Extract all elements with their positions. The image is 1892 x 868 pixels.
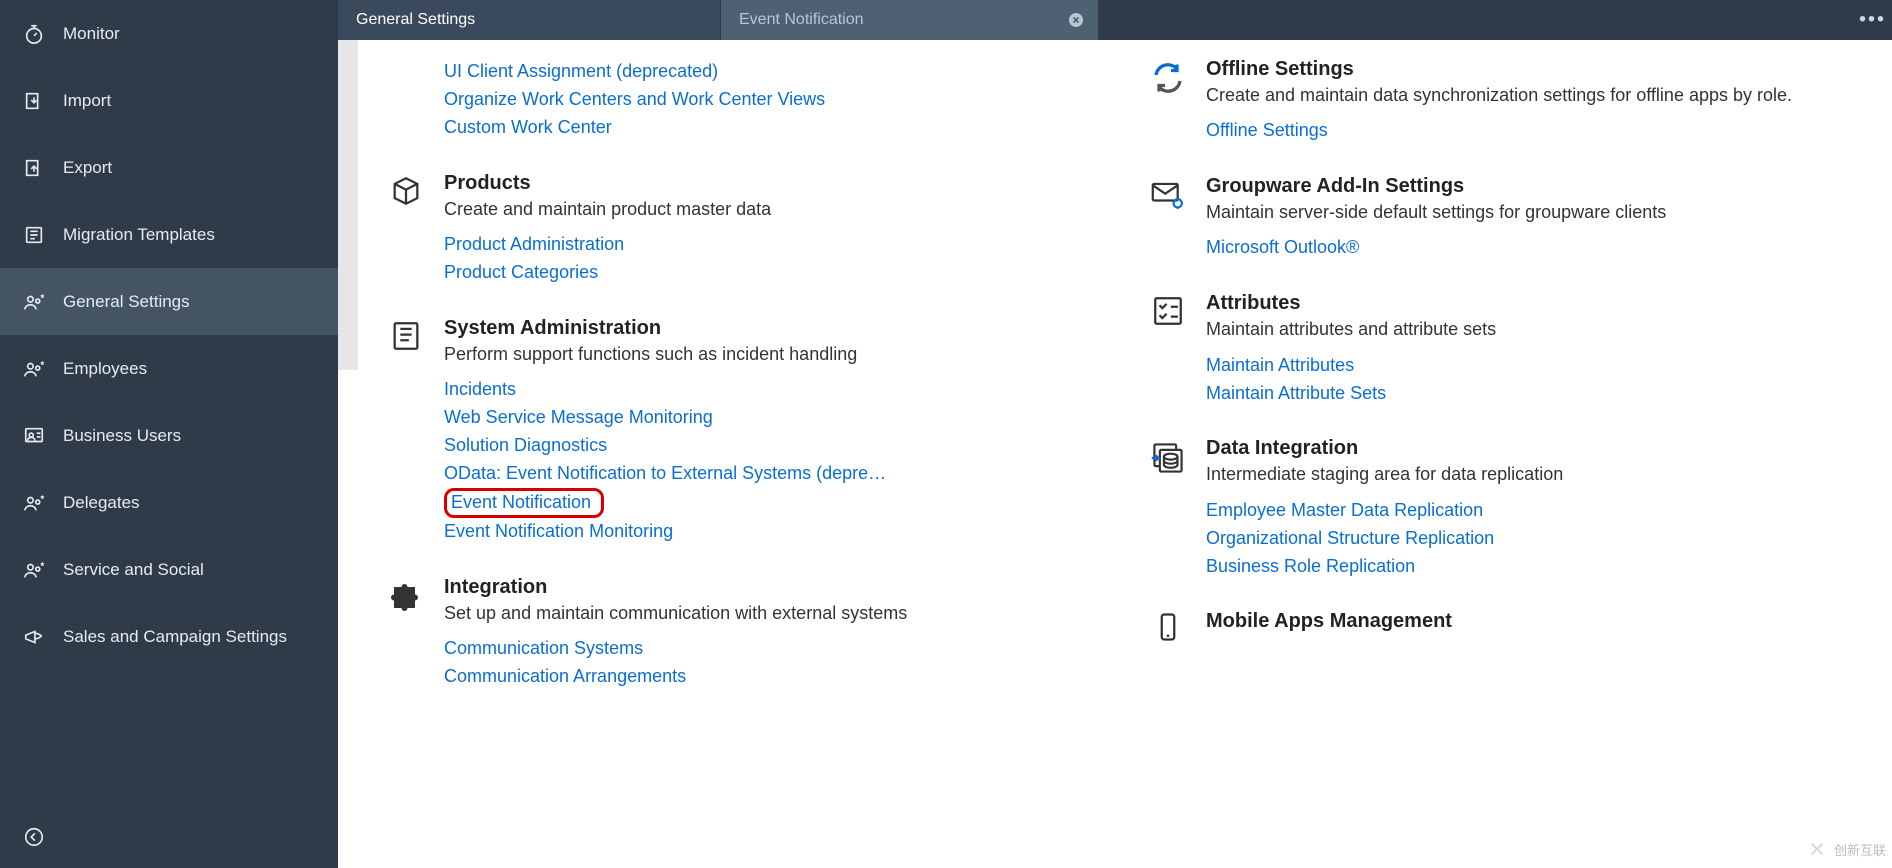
- document-icon: [368, 317, 444, 546]
- section-desc: Maintain attributes and attribute sets: [1206, 317, 1862, 341]
- section-mobile-apps-management: Mobile Apps Management: [1130, 610, 1862, 642]
- sidebar: Monitor Import Export Migration Template…: [0, 0, 338, 868]
- sidebar-item-delegates[interactable]: Delegates: [0, 469, 338, 536]
- section-desc: Create and maintain data synchronization…: [1206, 83, 1862, 107]
- link-product-administration[interactable]: Product Administration: [444, 231, 1100, 259]
- link-solution-diagnostics[interactable]: Solution Diagnostics: [444, 432, 1100, 460]
- section-title: Integration: [444, 576, 1100, 599]
- mobile-icon: [1130, 610, 1206, 642]
- tab-label: Event Notification: [739, 11, 864, 29]
- section-title: Attributes: [1206, 292, 1862, 315]
- import-icon: [23, 90, 63, 112]
- link-microsoft-outlook[interactable]: Microsoft Outlook®: [1206, 234, 1862, 262]
- sidebar-item-monitor[interactable]: Monitor: [0, 0, 338, 67]
- link-offline-settings[interactable]: Offline Settings: [1206, 117, 1862, 145]
- section-title: System Administration: [444, 317, 1100, 340]
- link-maintain-attributes[interactable]: Maintain Attributes: [1206, 352, 1862, 380]
- sidebar-item-migration-templates[interactable]: Migration Templates: [0, 201, 338, 268]
- users-star-icon: [23, 492, 63, 514]
- link-business-role-replication[interactable]: Business Role Replication: [1206, 553, 1862, 581]
- tabbar: General Settings Event Notification •••: [338, 0, 1892, 40]
- puzzle-icon: [368, 576, 444, 691]
- section-title: Groupware Add-In Settings: [1206, 175, 1862, 198]
- section-desc: Maintain server-side default settings fo…: [1206, 200, 1862, 224]
- link-odata-event-notification[interactable]: OData: Event Notification to External Sy…: [444, 460, 1100, 488]
- section-desc: Create and maintain product master data: [444, 197, 1100, 221]
- sidebar-item-business-users[interactable]: Business Users: [0, 402, 338, 469]
- link-web-service-message-monitoring[interactable]: Web Service Message Monitoring: [444, 404, 1100, 432]
- sidebar-item-label: Service and Social: [63, 560, 204, 580]
- business-user-icon: [23, 425, 63, 447]
- users-star-icon: [23, 291, 63, 313]
- sidebar-item-label: Import: [63, 91, 111, 111]
- left-column: UI Client Assignment (deprecated) Organi…: [368, 58, 1130, 868]
- sidebar-item-label: Delegates: [63, 493, 140, 513]
- section-orphan-links: UI Client Assignment (deprecated) Organi…: [368, 58, 1100, 142]
- link-communication-arrangements[interactable]: Communication Arrangements: [444, 663, 1100, 691]
- cube-icon: [368, 172, 444, 287]
- export-icon: [23, 157, 63, 179]
- sidebar-item-service-social[interactable]: Service and Social: [0, 536, 338, 603]
- section-title: Data Integration: [1206, 437, 1862, 460]
- sidebar-item-import[interactable]: Import: [0, 67, 338, 134]
- link-employee-master-data-replication[interactable]: Employee Master Data Replication: [1206, 497, 1862, 525]
- section-offline-settings: Offline Settings Create and maintain dat…: [1130, 58, 1862, 145]
- sidebar-item-label: Export: [63, 158, 112, 178]
- link-product-categories[interactable]: Product Categories: [444, 259, 1100, 287]
- section-groupware-addin: Groupware Add-In Settings Maintain serve…: [1130, 175, 1862, 262]
- sidebar-item-label: Employees: [63, 359, 147, 379]
- section-data-integration: Data Integration Intermediate staging ar…: [1130, 437, 1862, 580]
- section-system-administration: System Administration Perform support fu…: [368, 317, 1100, 546]
- section-title: Products: [444, 172, 1100, 195]
- link-custom-work-center[interactable]: Custom Work Center: [444, 114, 1100, 142]
- link-incidents[interactable]: Incidents: [444, 376, 1100, 404]
- link-event-notification[interactable]: Event Notification: [444, 488, 604, 518]
- watermark: 创新互联: [1806, 838, 1886, 860]
- tab-event-notification[interactable]: Event Notification: [720, 0, 1098, 40]
- tabbar-filler: •••: [1098, 0, 1892, 40]
- users-star-icon: [23, 358, 63, 380]
- sidebar-item-sales-campaign[interactable]: Sales and Campaign Settings: [0, 603, 338, 670]
- sidebar-item-label: General Settings: [63, 292, 190, 312]
- sidebar-item-label: Business Users: [63, 426, 181, 446]
- section-desc: Set up and maintain communication with e…: [444, 601, 1100, 625]
- mail-gear-icon: [1130, 175, 1206, 262]
- link-ui-client-assignment[interactable]: UI Client Assignment (deprecated): [444, 58, 1100, 86]
- link-communication-systems[interactable]: Communication Systems: [444, 635, 1100, 663]
- sidebar-item-employees[interactable]: Employees: [0, 335, 338, 402]
- template-icon: [23, 224, 63, 246]
- link-organize-work-centers[interactable]: Organize Work Centers and Work Center Vi…: [444, 86, 1100, 114]
- scroll-gutter: [338, 40, 358, 370]
- checklist-icon: [1130, 292, 1206, 407]
- collapse-sidebar-button[interactable]: [23, 826, 47, 850]
- tab-general-settings[interactable]: General Settings: [338, 0, 720, 40]
- sidebar-item-label: Migration Templates: [63, 225, 215, 245]
- link-organizational-structure-replication[interactable]: Organizational Structure Replication: [1206, 525, 1862, 553]
- sidebar-item-label: Sales and Campaign Settings: [63, 627, 287, 647]
- links-list: UI Client Assignment (deprecated) Organi…: [444, 58, 1100, 142]
- close-tab-icon[interactable]: [1068, 12, 1084, 28]
- sidebar-item-label: Monitor: [63, 24, 120, 44]
- right-column: Offline Settings Create and maintain dat…: [1130, 58, 1892, 868]
- link-event-notification-monitoring[interactable]: Event Notification Monitoring: [444, 518, 1100, 546]
- section-desc: Perform support functions such as incide…: [444, 342, 1100, 366]
- section-integration: Integration Set up and maintain communic…: [368, 576, 1100, 691]
- sidebar-item-export[interactable]: Export: [0, 134, 338, 201]
- section-products: Products Create and maintain product mas…: [368, 172, 1100, 287]
- database-replication-icon: [1130, 437, 1206, 580]
- section-desc: Intermediate staging area for data repli…: [1206, 462, 1862, 486]
- section-title: Mobile Apps Management: [1206, 610, 1862, 633]
- megaphone-icon: [23, 626, 63, 648]
- users-star-icon: [23, 559, 63, 581]
- content-area: UI Client Assignment (deprecated) Organi…: [338, 40, 1892, 868]
- tabbar-overflow-icon[interactable]: •••: [1859, 9, 1886, 32]
- section-attributes: Attributes Maintain attributes and attri…: [1130, 292, 1862, 407]
- link-maintain-attribute-sets[interactable]: Maintain Attribute Sets: [1206, 380, 1862, 408]
- section-title: Offline Settings: [1206, 58, 1862, 81]
- stopwatch-icon: [23, 23, 63, 45]
- sidebar-item-general-settings[interactable]: General Settings: [0, 268, 338, 335]
- sync-icon: [1130, 58, 1206, 145]
- tab-label: General Settings: [356, 11, 475, 29]
